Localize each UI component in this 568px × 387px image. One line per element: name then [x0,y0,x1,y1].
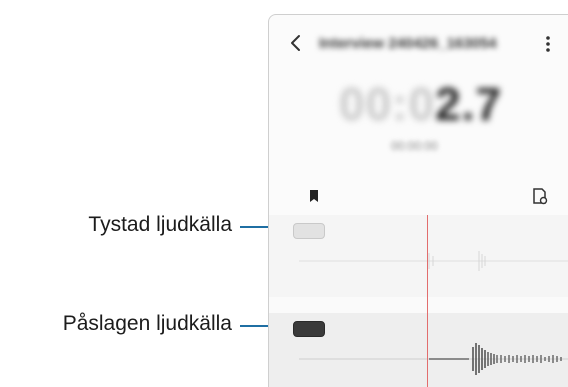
playhead-line[interactable] [427,215,428,387]
app-bar: Interview 240426_163054 [269,15,568,71]
chevron-left-icon[interactable] [289,33,303,53]
waveform-muted [299,251,568,271]
callout-active-source: Påslagen ljudkälla [62,312,232,335]
more-vertical-icon[interactable] [545,35,551,53]
note-icon[interactable] [531,187,549,205]
waveform-active [299,343,568,375]
audio-track-active [269,313,568,387]
recording-title: Interview 240426_163054 [319,35,497,52]
recording-timer: 00:02.7 [339,77,502,131]
timer-subtext: 00:00:00 [391,139,438,153]
bookmark-icon[interactable] [309,189,319,203]
timer-main: 2.7 [435,78,503,130]
track-divider [269,297,568,313]
source-toggle-active[interactable] [293,321,325,337]
source-toggle-muted[interactable] [293,223,325,239]
audio-track-muted [269,215,568,297]
phone-screen: Interview 240426_163054 00:02.7 00:00:00 [268,14,568,387]
callout-muted-source: Tystad ljudkälla [88,213,232,236]
screenshot-stage: Tystad ljudkälla Påslagen ljudkälla Inte… [0,0,568,387]
timer-prefix: 00:0 [339,78,436,130]
